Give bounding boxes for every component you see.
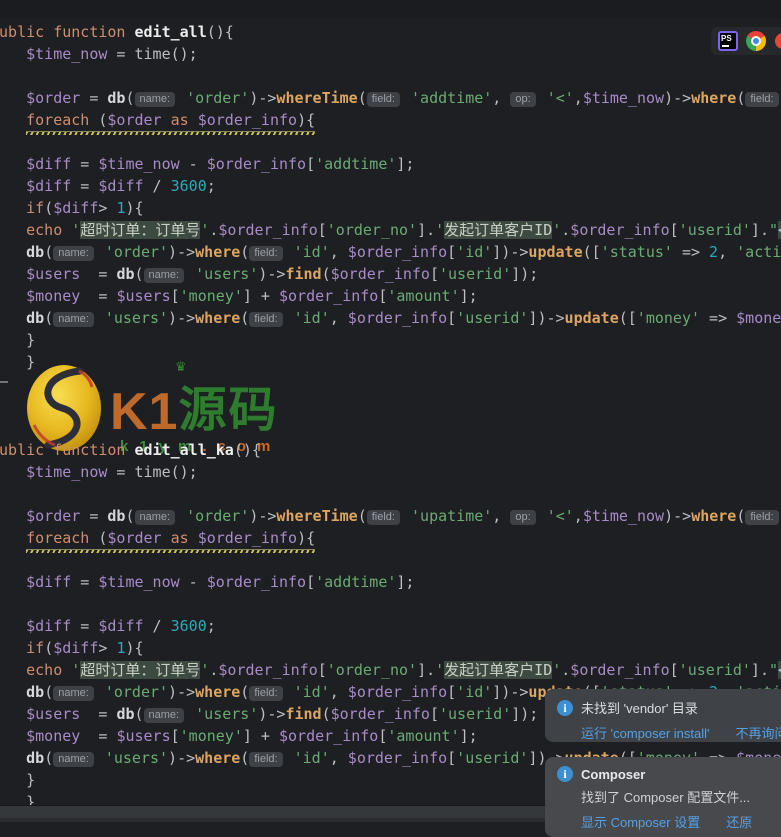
code-line: } [26, 353, 36, 371]
code-line: $order = db(name: 'order')->whereTime(fi… [0, 505, 781, 527]
notification-composer[interactable]: i Composer 找到了 Composer 配置文件... 显示 Compo… [545, 757, 781, 837]
code-line: echo '超时订单：订单号'.$order_info['order_no'].… [0, 659, 781, 681]
code-line: $diff = $time_now - $order_info['addtime… [26, 155, 415, 173]
code-line: $order = db(name: 'order')->whereTime(fi… [0, 87, 781, 109]
clipped-app-icon[interactable] [775, 33, 781, 49]
code-line: $diff = $time_now - $order_info['addtime… [26, 573, 415, 591]
notification-vendor[interactable]: i 未找到 'vendor' 目录 运行 'composer install' … [545, 689, 781, 742]
dont-ask-again-link[interactable]: 不再询问 [736, 723, 781, 742]
notification-message: 找到了 Composer 配置文件... [581, 790, 751, 805]
info-icon: i [557, 699, 573, 716]
taskbar-strip: PS [711, 27, 781, 55]
code-line: $time_now = time(); [26, 45, 198, 63]
chrome-icon[interactable] [746, 31, 766, 51]
code-line: public function edit_all(){ [0, 23, 234, 41]
editor-top-band [0, 0, 781, 18]
code-line: foreach ($order as $order_info){ [0, 527, 781, 553]
code-line: $diff = $diff / 3600; [26, 177, 216, 195]
code-line: $money = $users['money'] + $order_info['… [26, 287, 478, 305]
code-line: if($diff> 1){ [26, 199, 144, 217]
code-line: db(name: 'users')->where(field: 'id', $o… [26, 309, 781, 327]
code-line: $users = db(name: 'users')->find($order_… [26, 265, 539, 283]
info-icon: i [557, 766, 573, 782]
code-line: $diff = $diff / 3600; [26, 617, 216, 635]
notification-title: Composer [581, 766, 646, 782]
fold-indicator [0, 381, 8, 383]
code-line: $time_now = time(); [26, 463, 198, 481]
code-line: foreach ($order as $order_info){ [0, 109, 781, 135]
run-composer-install-link[interactable]: 运行 'composer install' [581, 723, 710, 742]
code-line: echo '超时订单：订单号'.$order_info['order_no'].… [0, 219, 781, 241]
warning-underline: foreach ($order as $order_info){ [26, 527, 316, 553]
code-line: } [26, 331, 36, 349]
warning-underline: foreach ($order as $order_info){ [26, 109, 316, 135]
code-line: public function edit_all_ka(){ [0, 441, 261, 459]
phpstorm-icon[interactable]: PS [718, 31, 738, 51]
notification-message: 未找到 'vendor' 目录 [581, 701, 698, 716]
code-line: db(name: 'order')->where(field: 'id', $o… [26, 243, 781, 261]
code-line: if($diff> 1){ [26, 639, 144, 657]
